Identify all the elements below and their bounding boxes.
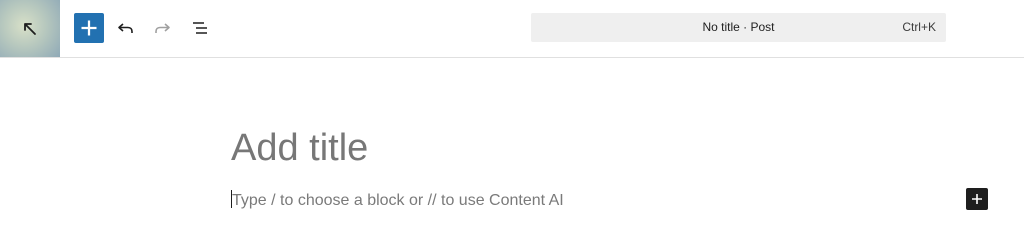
undo-button[interactable] [111,13,141,43]
document-overview-button[interactable] [185,13,215,43]
post-title-input[interactable]: Add title [231,126,368,170]
command-palette-bar[interactable]: No title · Post Ctrl+K [531,13,946,42]
plus-icon [972,194,982,204]
document-title: No title · Post [702,20,775,34]
editor-header: No title · Post Ctrl+K [0,0,1024,58]
redo-button[interactable] [147,13,177,43]
paragraph-block-input[interactable]: Type / to choose a block or // to use Co… [231,190,564,211]
undo-icon [118,23,133,33]
back-to-dashboard-button[interactable] [0,0,60,57]
list-view-icon [193,22,207,34]
block-placeholder-text: Type / to choose a block or // to use Co… [232,192,564,209]
block-inserter-button[interactable] [966,188,988,210]
arrow-up-left-icon [24,22,36,35]
keyboard-shortcut: Ctrl+K [902,20,936,34]
redo-icon [155,23,170,33]
editor-canvas: Add title Type / to choose a block or //… [0,58,1024,247]
add-block-button[interactable] [74,13,104,43]
plus-icon [81,20,97,36]
